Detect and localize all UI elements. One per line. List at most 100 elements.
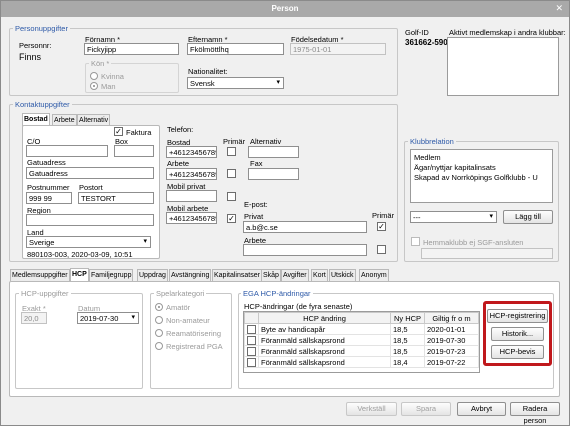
hemmaklubb-field[interactable] — [421, 248, 553, 259]
klubbrelation-list[interactable]: Medlem Ägar/nyttjar kapitalinsats Skapad… — [410, 149, 553, 203]
personnr-label: Personnr: — [19, 41, 52, 50]
hcp-registrering-button[interactable]: HCP-registrering — [487, 309, 548, 323]
klubbrelation-item[interactable]: Ägar/nyttjar kapitalinsats — [414, 163, 496, 172]
radera-person-button[interactable]: Radera person — [510, 402, 560, 425]
datum-select[interactable]: 2019-07-30 — [77, 312, 139, 324]
fornamn-field[interactable]: Fickyjipp — [84, 43, 179, 55]
tel-bostad-primar-checkbox[interactable] — [227, 147, 236, 156]
tel-arbete-label: Arbete — [167, 159, 190, 168]
kon-radio-man[interactable] — [90, 82, 98, 90]
mobil-arbete-primar-checkbox[interactable]: ✓ — [227, 214, 236, 223]
tel-bostad-field[interactable]: +46123456789 — [166, 146, 217, 158]
title-bar: Person ✕ — [1, 1, 569, 17]
land-select[interactable]: Sverige — [26, 236, 151, 248]
lagg-till-button[interactable]: Lägg till — [503, 210, 553, 224]
spelarkategori-radio-registrerad-pga[interactable] — [155, 342, 163, 350]
row-checkbox[interactable] — [247, 335, 256, 345]
klubbrelation-item[interactable]: Medlem — [414, 153, 441, 162]
tab-skap[interactable]: Skåp — [261, 269, 281, 281]
tab-hcp[interactable]: HCP — [70, 268, 89, 281]
epost-arbete-primar-checkbox[interactable] — [377, 245, 386, 254]
kon-option-man: Man — [101, 82, 116, 91]
hcp-bevis-button[interactable]: HCP-bevis — [491, 345, 544, 359]
fax-field[interactable] — [248, 168, 299, 180]
row-change: Föranmäld sällskapsrond — [258, 334, 391, 346]
spelarkategori-title: Spelarkategori — [154, 289, 207, 298]
hcp-table: HCP ändring Ny HCP Giltig fr o m Byte av… — [244, 312, 479, 368]
historik-button[interactable]: Historik... — [491, 327, 544, 341]
row-hcp: 18,5 — [390, 345, 425, 357]
faktura-label: Faktura — [126, 128, 152, 137]
mobil-privat-field[interactable] — [166, 190, 217, 202]
epost-privat-primar-checkbox[interactable]: ✓ — [377, 222, 386, 231]
hcp-uppgifter-title: HCP-uppgifter — [19, 289, 71, 298]
tab-medlemsuppgifter[interactable]: Medlemsuppgifter — [10, 269, 70, 281]
tel-arbete-primar-checkbox[interactable] — [227, 169, 236, 178]
efternamn-field[interactable]: Fkölmöttlhq — [187, 43, 284, 55]
hcp-table-container: HCP ändring Ny HCP Giltig fr o m Byte av… — [243, 311, 480, 373]
spelarkategori-radio-non-amateur[interactable] — [155, 316, 163, 324]
klubbrelation-title: Klubbrelation — [408, 137, 456, 146]
spelarkategori-non-amateur: Non-amateur — [166, 316, 210, 325]
postort-label: Postort — [79, 183, 103, 192]
epost-arbete-field[interactable] — [243, 244, 367, 256]
tab-kort[interactable]: Kort — [311, 269, 328, 281]
tab-anonym[interactable]: Anonym — [359, 269, 389, 281]
region-field[interactable] — [26, 214, 154, 226]
table-row[interactable]: Byte av handicapår 18,5 2020-01-01 — [244, 323, 479, 335]
tab-familjegrupp[interactable]: Familjegrupp — [89, 269, 134, 281]
row-checkbox[interactable] — [247, 324, 256, 334]
golf-id-label: Golf-ID — [405, 28, 429, 37]
spelarkategori-reamatorisering: Reamatörisering — [166, 329, 222, 338]
row-change: Byte av handicapår — [258, 323, 391, 335]
box-field[interactable] — [114, 145, 154, 157]
tab-kapitalinsatser[interactable]: Kapitalinsatser — [212, 269, 262, 281]
postnummer-field[interactable]: 999 99 — [26, 192, 72, 204]
fodelsedatum-field[interactable]: 1975-01-01 — [290, 43, 386, 55]
verkstall-button[interactable]: Verkställ — [346, 402, 397, 416]
spara-button[interactable]: Spara — [401, 402, 451, 416]
spelarkategori-radio-amator[interactable] — [155, 303, 163, 311]
gatuadress-field[interactable]: Gatuadress — [26, 167, 154, 179]
faktura-checkbox[interactable]: ✓ — [114, 127, 123, 136]
hemmaklubb-checkbox[interactable] — [411, 237, 420, 246]
tab-avgifter[interactable]: Avgifter — [281, 269, 309, 281]
primar-label: Primär — [223, 137, 246, 146]
row-date: 2019-07-23 — [424, 345, 479, 357]
table-row[interactable]: Föranmäld sällskapsrond 18,5 2019-07-23 — [244, 345, 479, 357]
close-icon[interactable]: ✕ — [555, 3, 563, 14]
row-change: Föranmäld sällskapsrond — [258, 345, 391, 357]
tel-arbete-field[interactable]: +46123456789 — [166, 168, 217, 180]
klubbrelation-item[interactable]: Skapad av Norrköpings Golfklubb - U — [414, 173, 538, 182]
postort-field[interactable]: TESTORT — [78, 192, 154, 204]
kon-radio-kvinna[interactable] — [90, 72, 98, 80]
personnr-value: Finns — [19, 52, 42, 62]
epost-privat-field[interactable]: a.b@c.se — [243, 221, 367, 233]
tab-avstangning[interactable]: Avstängning — [169, 269, 212, 281]
row-hcp: 18,5 — [390, 323, 425, 335]
personuppgifter-title: Personuppgifter — [13, 24, 70, 33]
table-row[interactable]: Föranmäld sällskapsrond 18,5 2019-07-30 — [244, 334, 479, 346]
mobil-arbete-field[interactable]: +46123456789 — [166, 212, 217, 224]
row-date: 2020-01-01 — [424, 323, 479, 335]
kon-title: Kön * — [89, 59, 112, 68]
tab-utskick[interactable]: Utskick — [329, 269, 356, 281]
aktivt-medlemskap-list[interactable] — [447, 37, 559, 96]
nationalitet-select[interactable]: Svensk — [187, 77, 284, 89]
tel-alternativ-field[interactable] — [248, 146, 299, 158]
co-field[interactable] — [26, 145, 108, 157]
postnummer-label: Postnummer — [27, 183, 70, 192]
col-hcp-andring[interactable]: HCP ändring — [258, 312, 391, 324]
row-checkbox[interactable] — [247, 357, 256, 367]
row-checkbox[interactable] — [247, 346, 256, 356]
mobil-privat-primar-checkbox[interactable] — [227, 192, 236, 201]
tab-uppdrag[interactable]: Uppdrag — [137, 269, 168, 281]
avbryt-button[interactable]: Avbryt — [457, 402, 506, 416]
spelarkategori-amator: Amatör — [166, 303, 191, 312]
col-ny-hcp[interactable]: Ny HCP — [390, 312, 425, 324]
klubbrelation-select[interactable]: --- — [410, 211, 497, 223]
spelarkategori-radio-reamatorisering[interactable] — [155, 329, 163, 337]
col-giltig[interactable]: Giltig fr o m — [424, 312, 479, 324]
exakt-field[interactable]: 20,0 — [21, 312, 47, 324]
table-row[interactable]: Föranmäld sällskapsrond 18,4 2019-07-22 — [244, 356, 479, 368]
